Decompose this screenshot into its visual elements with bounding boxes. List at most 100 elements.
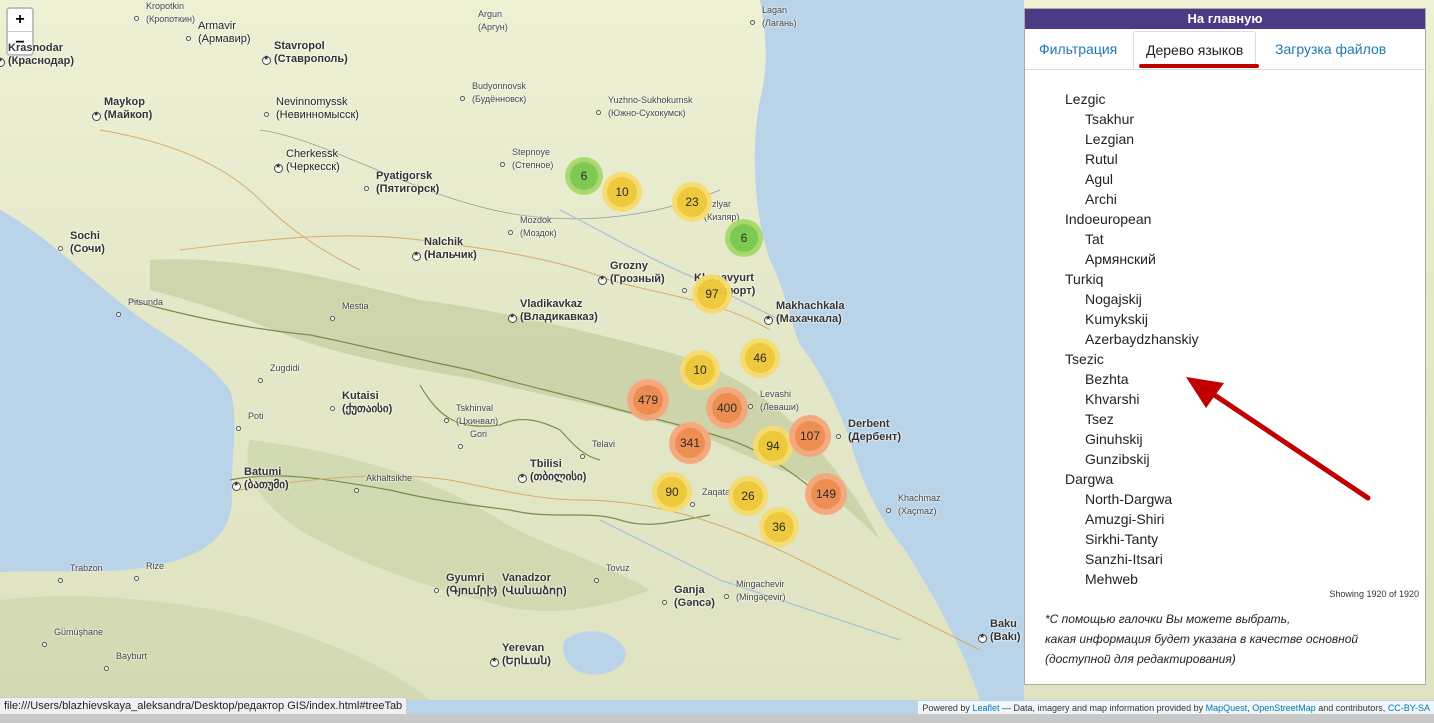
tree-language-item[interactable]: Agul: [1065, 169, 1199, 189]
city-name: Yerevan: [502, 642, 545, 654]
city-label: Argun (Аргун): [478, 8, 508, 34]
tree-language-item[interactable]: Армянский: [1065, 249, 1199, 269]
tree-language-item[interactable]: Mehweb: [1065, 569, 1199, 589]
marker-cluster[interactable]: 94: [753, 426, 793, 466]
city-label: Tbilisi (თბილისი): [530, 458, 586, 484]
tree-language-item[interactable]: Sirkhi-Tanty: [1065, 529, 1199, 549]
city-label: Grozny (Грозный): [610, 260, 665, 286]
marker-cluster[interactable]: 36: [759, 507, 799, 547]
marker-cluster[interactable]: 90: [652, 472, 692, 512]
tab-file-upload[interactable]: Загрузка файлов: [1263, 31, 1398, 67]
marker-cluster[interactable]: 97: [692, 274, 732, 314]
tree-language-item[interactable]: Bezhta: [1065, 369, 1199, 389]
city-dot-icon: [490, 588, 495, 593]
city-label: Yuzhno-Sukhokumsk (Южно-Сухокумск): [608, 94, 693, 120]
city-name: Khachmaz: [898, 493, 941, 503]
city-name: Cherkessk: [286, 148, 338, 160]
tree-language-item[interactable]: Rutul: [1065, 149, 1199, 169]
zoom-in-button[interactable]: +: [8, 9, 32, 32]
tree-language-item[interactable]: Amuzgi-Shiri: [1065, 509, 1199, 529]
city-native-name: (Майкоп): [104, 109, 153, 121]
tree-language-item[interactable]: Sanzhi-Itsari: [1065, 549, 1199, 569]
marker-cluster[interactable]: 10: [680, 350, 720, 390]
city-dot-icon: [104, 666, 109, 671]
city-label: Vladikavkaz (Владикавказ): [520, 298, 598, 324]
note-line: *С помощью галочки Вы можете выбрать,: [1045, 612, 1291, 626]
city-label: Trabzon: [70, 562, 103, 575]
marker-cluster[interactable]: 26: [728, 476, 768, 516]
note-line: какая информация будет указана в качеств…: [1045, 632, 1359, 646]
osm-link[interactable]: OpenStreetMap: [1252, 703, 1316, 713]
city-name: Nevinnomyssk: [276, 96, 348, 108]
city-name: Levashi: [760, 389, 792, 399]
city-dot-icon: [682, 288, 687, 293]
city-native-name: (Махачкала): [776, 313, 842, 325]
city-native-name: (Степное): [512, 160, 554, 170]
cluster-count: 26: [733, 481, 763, 511]
tree-language-item[interactable]: North-Dargwa: [1065, 489, 1199, 509]
marker-cluster[interactable]: 6: [725, 219, 763, 257]
city-name: Mozdok: [520, 215, 552, 225]
city-native-name: (Кропоткин): [146, 14, 195, 24]
tree-language-item[interactable]: Archi: [1065, 189, 1199, 209]
tree-language-item[interactable]: Khvarshi: [1065, 389, 1199, 409]
city-name: Gyumri: [446, 572, 485, 584]
city-name: Derbent: [848, 418, 890, 430]
marker-cluster[interactable]: 23: [672, 182, 712, 222]
city-native-name: (Леваши): [760, 402, 799, 412]
marker-cluster[interactable]: 479: [627, 379, 669, 421]
city-name: Tskhinval: [456, 403, 494, 413]
city-label: Nevinnomyssk (Невинномысск): [276, 96, 359, 122]
tree-language-item[interactable]: Tat: [1065, 229, 1199, 249]
mapquest-link[interactable]: MapQuest: [1206, 703, 1248, 713]
marker-cluster[interactable]: 341: [669, 422, 711, 464]
city-name: Zugdidi: [270, 363, 300, 373]
city-name: Stavropol: [274, 40, 325, 52]
tree-language-item[interactable]: Lezgian: [1065, 129, 1199, 149]
tree-language-item[interactable]: Ginuhskij: [1065, 429, 1199, 449]
city-label: Kutaisi (ქუთაისი): [342, 390, 392, 416]
tab-filter[interactable]: Фильтрация: [1027, 31, 1129, 67]
marker-cluster[interactable]: 107: [789, 415, 831, 457]
taskbar: [0, 714, 1434, 723]
tree-language-item[interactable]: Azerbaydzhanskiy: [1065, 329, 1199, 349]
city-dot-icon: [662, 600, 667, 605]
leaflet-link[interactable]: Leaflet: [972, 703, 999, 713]
city-label: Cherkessk (Черкесск): [286, 148, 340, 174]
city-native-name: (Армавир): [198, 33, 251, 45]
tree-group[interactable]: Turkiq: [1065, 269, 1199, 289]
tree-group[interactable]: Tsezic: [1065, 349, 1199, 369]
tree-group[interactable]: Lezgic: [1065, 89, 1199, 109]
city-label: Tskhinval (Цхинвал): [456, 402, 498, 428]
city-name: Tovuz: [606, 563, 630, 573]
tree-language-item[interactable]: Kumykskij: [1065, 309, 1199, 329]
city-name: Mestia: [342, 301, 369, 311]
marker-cluster[interactable]: 149: [805, 473, 847, 515]
city-name: Telavi: [592, 439, 616, 449]
city-native-name: (Վանաձոր): [502, 585, 567, 597]
cluster-count: 400: [712, 393, 742, 423]
city-label: Ganja (Gəncə): [674, 584, 715, 610]
license-link[interactable]: CC-BY-SA: [1388, 703, 1430, 713]
city-name: Kropotkin: [146, 1, 185, 11]
marker-cluster[interactable]: 46: [740, 338, 780, 378]
marker-cluster[interactable]: 6: [565, 157, 603, 195]
city-dot-icon: [748, 404, 753, 409]
city-label: Nalchik (Нальчик): [424, 236, 477, 262]
city-native-name: (თბილისი): [530, 471, 587, 483]
marker-cluster[interactable]: 10: [602, 172, 642, 212]
capital-marker-icon: [764, 314, 773, 325]
cluster-count: 6: [730, 224, 758, 252]
tree-language-item[interactable]: Tsez: [1065, 409, 1199, 429]
tree-language-item[interactable]: Nogajskij: [1065, 289, 1199, 309]
city-label: Akhaltsikhe: [366, 472, 412, 485]
city-label: Tovuz: [606, 562, 630, 575]
tree-language-item[interactable]: Tsakhur: [1065, 109, 1199, 129]
city-dot-icon: [186, 36, 191, 41]
tree-language-item[interactable]: Gunzibskij: [1065, 449, 1199, 469]
city-name: Gümüşhane: [54, 627, 104, 637]
tree-group[interactable]: Dargwa: [1065, 469, 1199, 489]
marker-cluster[interactable]: 400: [706, 387, 748, 429]
tree-group[interactable]: Indoeuropean: [1065, 209, 1199, 229]
home-link[interactable]: На главную: [1025, 9, 1425, 29]
